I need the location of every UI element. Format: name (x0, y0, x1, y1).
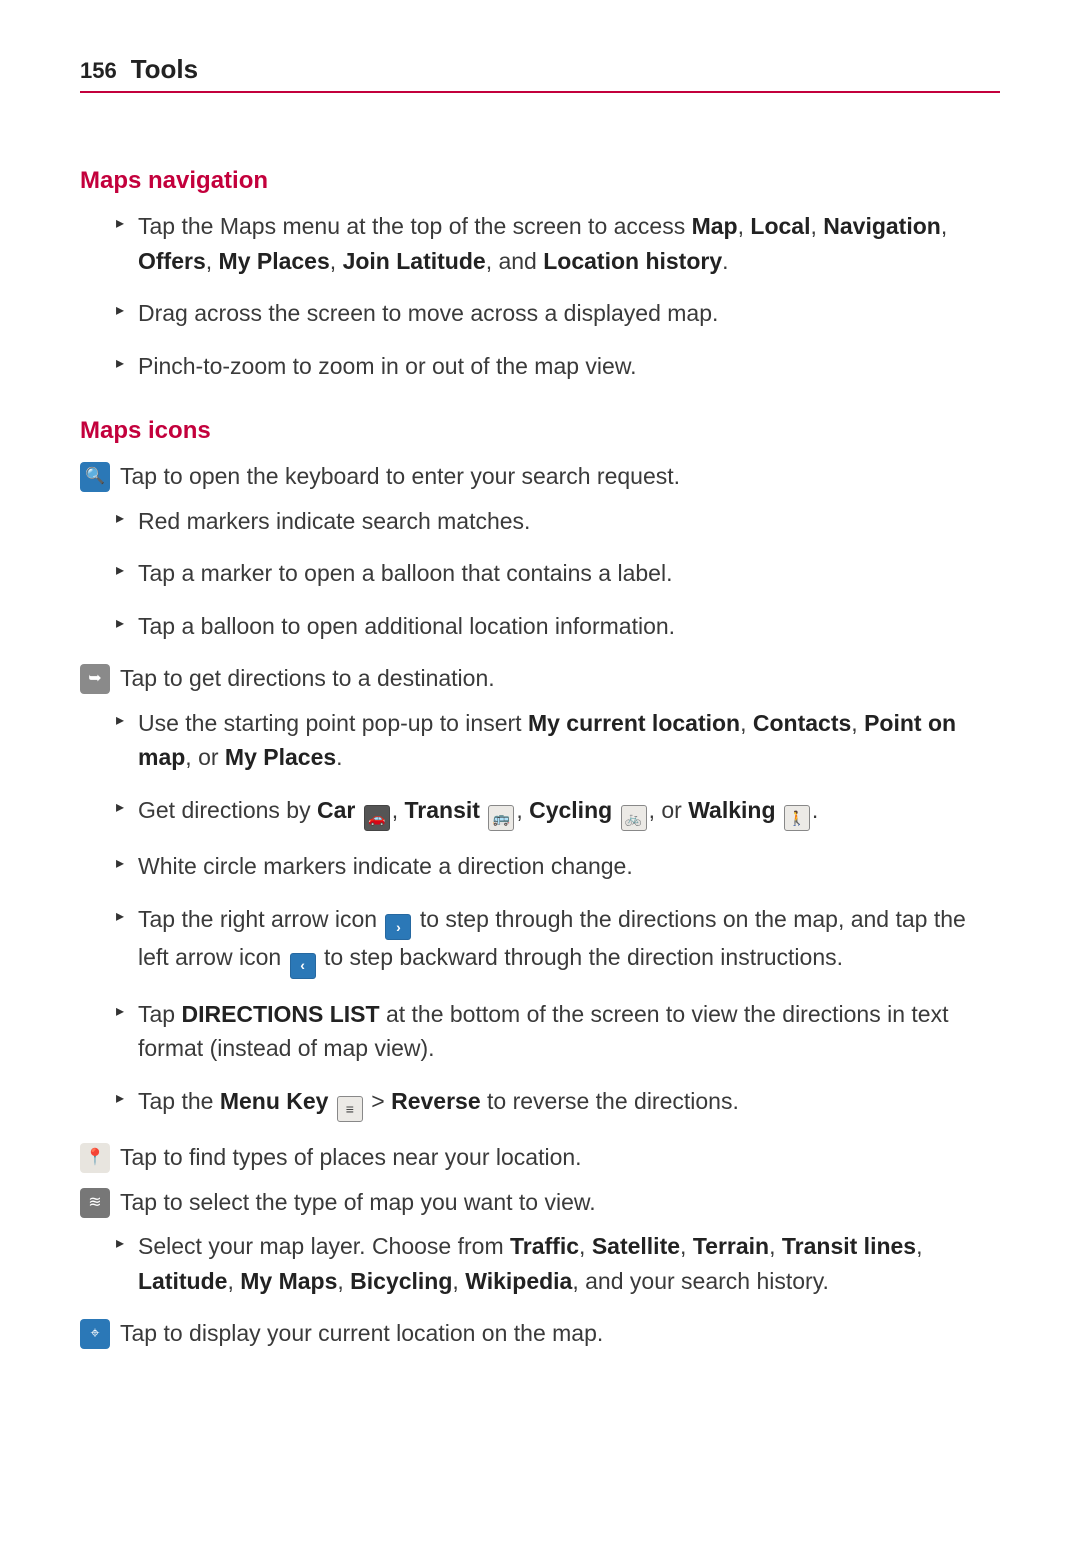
search-icon: 🔍 (80, 462, 110, 492)
directions-icon: ➥ (80, 664, 110, 694)
icon-line-search: 🔍 Tap to open the keyboard to enter your… (80, 459, 1000, 494)
bold: My Maps (240, 1268, 337, 1294)
bold: Latitude (138, 1268, 227, 1294)
text: Tap to display your current location on … (120, 1316, 603, 1351)
text: Tap to open the keyboard to enter your s… (120, 459, 680, 494)
page: 156 Tools Maps navigation Tap the Maps m… (0, 0, 1080, 1417)
places-icon: 📍 (80, 1143, 110, 1173)
bold: Cycling (529, 797, 612, 823)
list-item: Pinch-to-zoom to zoom in or out of the m… (116, 349, 1000, 384)
bold: Satellite (592, 1233, 680, 1259)
bold: Join Latitude (343, 248, 486, 274)
page-header: 156 Tools (80, 50, 1000, 93)
list-item: Tap the Maps menu at the top of the scre… (116, 209, 1000, 278)
list-search-sub: Red markers indicate search matches. Tap… (116, 504, 1000, 644)
list-item: Drag across the screen to move across a … (116, 296, 1000, 331)
bold: Terrain (693, 1233, 769, 1259)
list-item: Tap the Menu Key ≡ > Reverse to reverse … (116, 1084, 1000, 1123)
bold: Menu Key (220, 1088, 329, 1114)
list-item: Select your map layer. Choose from Traff… (116, 1229, 1000, 1298)
list-item: Red markers indicate search matches. (116, 504, 1000, 539)
list-item: Use the starting point pop-up to insert … (116, 706, 1000, 775)
layers-icon: ≋ (80, 1188, 110, 1218)
section-maps-icons: Maps icons (80, 413, 1000, 449)
list-item: Tap a marker to open a balloon that cont… (116, 556, 1000, 591)
bold: Reverse (391, 1088, 481, 1114)
icon-line-location: ⌖ Tap to display your current location o… (80, 1316, 1000, 1351)
my-location-icon: ⌖ (80, 1319, 110, 1349)
bold: Wikipedia (465, 1268, 572, 1294)
bold: My Places (225, 744, 336, 770)
text: Tap to get directions to a destination. (120, 661, 495, 696)
bold: DIRECTIONS LIST (181, 1001, 379, 1027)
transit-icon: 🚌 (488, 805, 514, 831)
chapter-title: Tools (131, 50, 198, 89)
list-item: Tap the right arrow icon › to step throu… (116, 902, 1000, 979)
bold: Car (317, 797, 355, 823)
text: Tap the Maps menu at the top of the scre… (138, 213, 692, 239)
icon-line-places: 📍 Tap to find types of places near your … (80, 1140, 1000, 1175)
text: Tap to select the type of map you want t… (120, 1185, 596, 1220)
car-icon: 🚗 (364, 805, 390, 831)
bold: Traffic (510, 1233, 579, 1259)
bold: My Places (219, 248, 330, 274)
bold: Offers (138, 248, 206, 274)
bold: Map (692, 213, 738, 239)
icon-line-directions: ➥ Tap to get directions to a destination… (80, 661, 1000, 696)
menu-key-icon: ≡ (337, 1096, 363, 1122)
bold: My current location (528, 710, 740, 736)
bold: Location history (543, 248, 722, 274)
bold: Local (750, 213, 810, 239)
walking-icon: 🚶 (784, 805, 810, 831)
bold: Bicycling (350, 1268, 452, 1294)
bold: Transit (405, 797, 480, 823)
cycling-icon: 🚲 (621, 805, 647, 831)
icon-line-layers: ≋ Tap to select the type of map you want… (80, 1185, 1000, 1220)
bold: Navigation (823, 213, 941, 239)
list-item: Tap DIRECTIONS LIST at the bottom of the… (116, 997, 1000, 1066)
right-arrow-icon: › (385, 914, 411, 940)
left-arrow-icon: ‹ (290, 953, 316, 979)
list-directions-sub: Use the starting point pop-up to insert … (116, 706, 1000, 1123)
list-item: Get directions by Car 🚗, Transit 🚌, Cycl… (116, 793, 1000, 832)
bold: Walking (688, 797, 775, 823)
list-item: White circle markers indicate a directio… (116, 849, 1000, 884)
text: Tap to find types of places near your lo… (120, 1140, 582, 1175)
bold: Transit lines (782, 1233, 916, 1259)
list-maps-navigation: Tap the Maps menu at the top of the scre… (116, 209, 1000, 383)
bold: Contacts (753, 710, 851, 736)
page-number: 156 (80, 54, 117, 87)
list-layers-sub: Select your map layer. Choose from Traff… (116, 1229, 1000, 1298)
list-item: Tap a balloon to open additional locatio… (116, 609, 1000, 644)
section-maps-navigation: Maps navigation (80, 163, 1000, 199)
